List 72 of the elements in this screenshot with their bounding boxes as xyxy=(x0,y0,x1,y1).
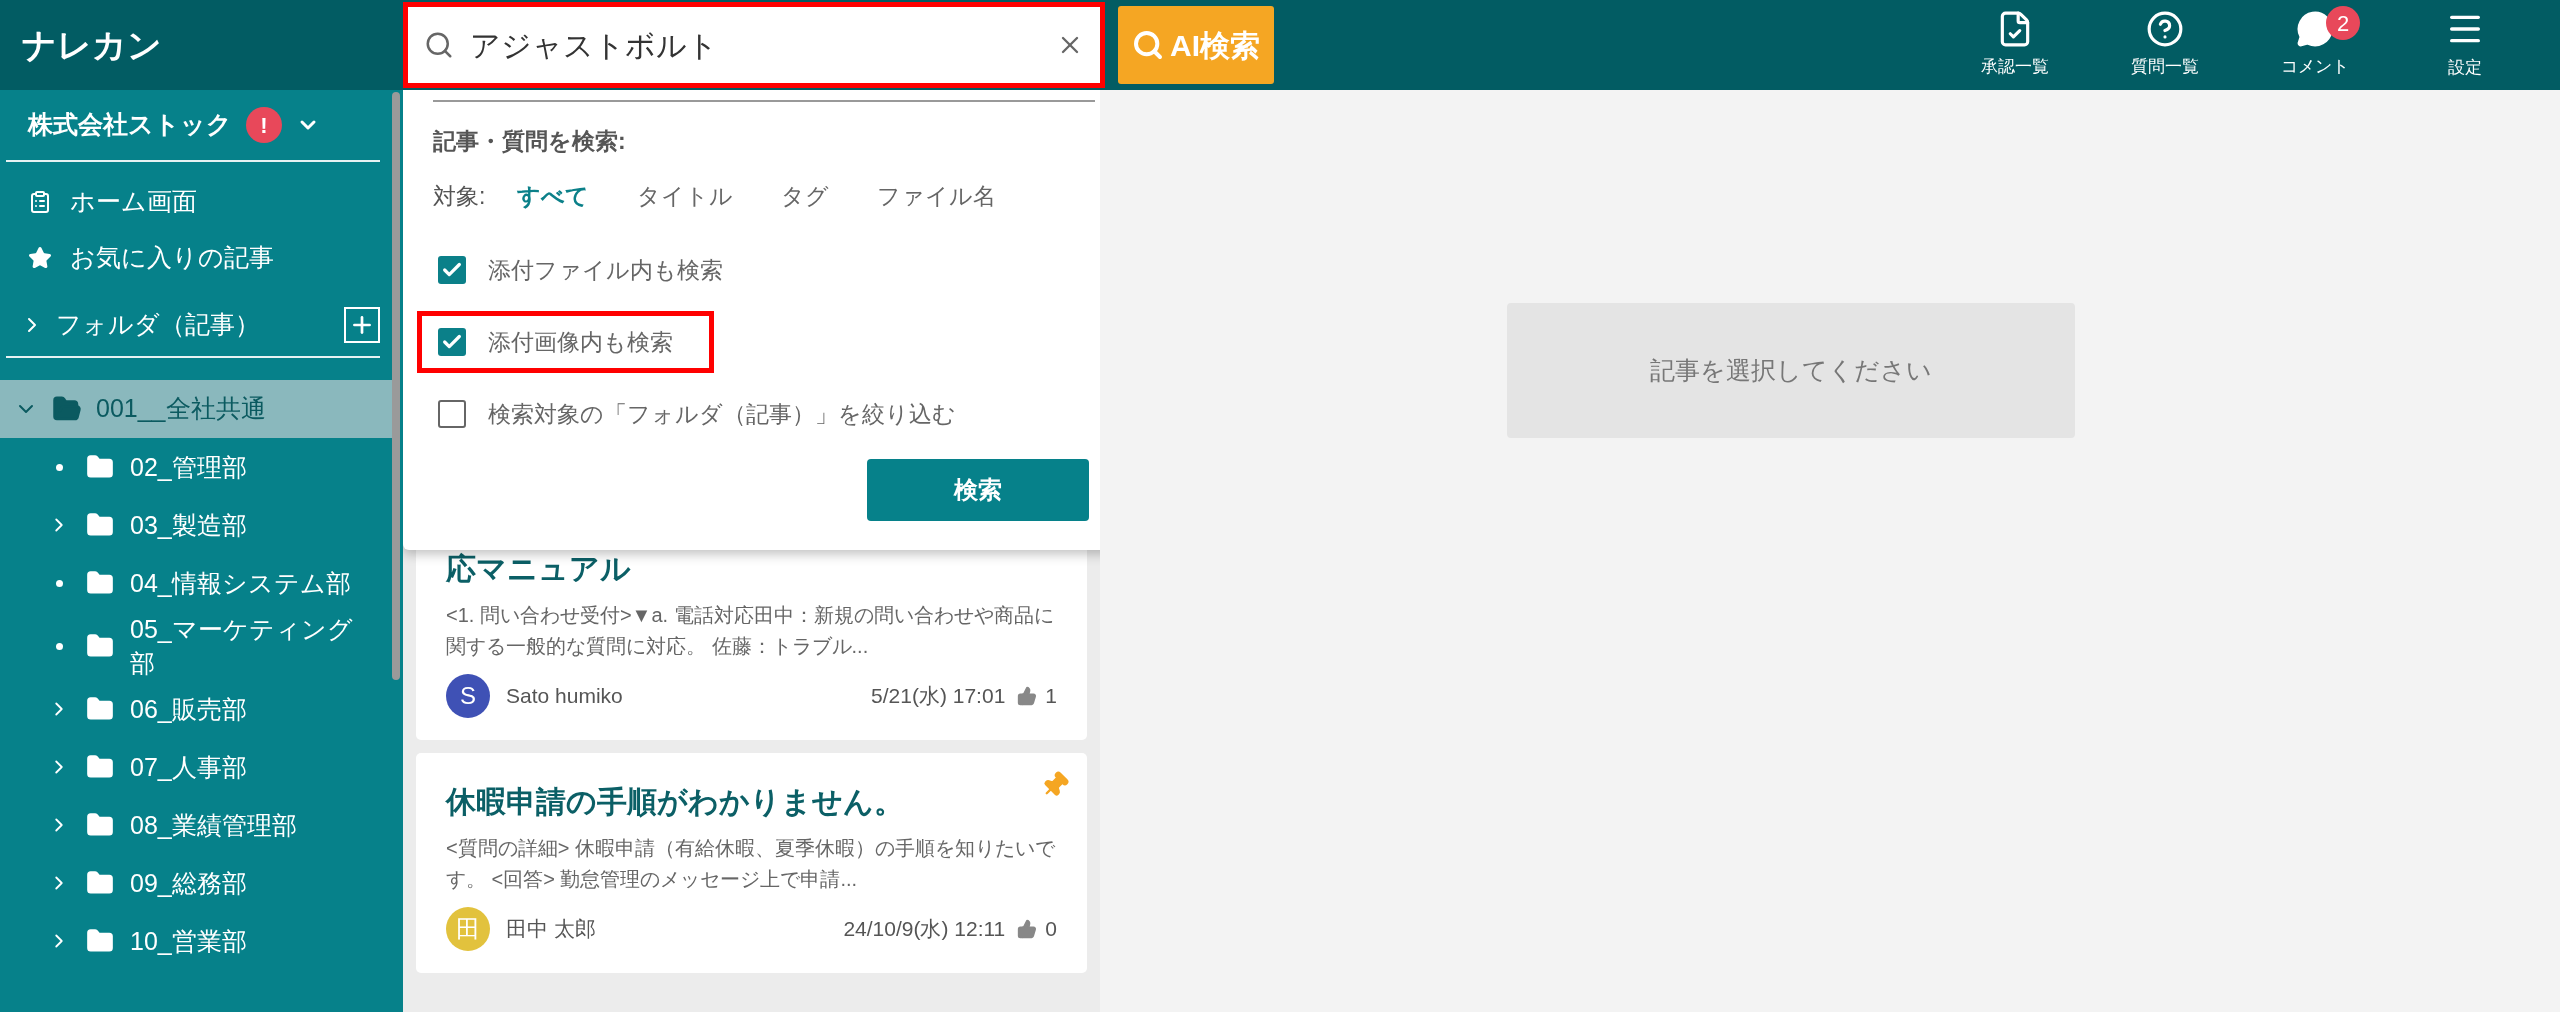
folder-icon xyxy=(86,511,114,539)
thumbs-up-icon[interactable] xyxy=(1017,686,1038,706)
folder-section-label[interactable]: フォルダ（記事） xyxy=(56,306,344,344)
tree-item[interactable]: 05_マーケティング部 xyxy=(0,612,385,680)
search-bar[interactable]: アジャストボルト xyxy=(403,2,1105,88)
scope-tab[interactable]: すべて xyxy=(517,178,590,213)
scope-tab[interactable]: ファイル名 xyxy=(877,178,997,213)
panel-heading: 記事・質問を検索: xyxy=(433,127,627,156)
like-count: 1 xyxy=(1045,683,1057,710)
star-icon xyxy=(28,246,52,270)
nav-button[interactable]: 質問一覧 xyxy=(2090,2,2240,88)
tree-item[interactable]: 06_販売部 xyxy=(0,680,385,738)
tree-item[interactable]: 08_業績管理部 xyxy=(0,796,385,854)
scrollbar[interactable] xyxy=(392,92,400,680)
tree-item[interactable]: 03_製造部 xyxy=(0,496,385,554)
folder-icon xyxy=(86,927,114,955)
article-excerpt: <質問の詳細> 休暇申請（有給休暇、夏季休暇）の手順を知りたいです。 <回答> 勤怠管理のメッセージ上で申請... xyxy=(446,836,1056,892)
author-name: Sato humiko xyxy=(506,683,624,710)
search-input[interactable]: アジャストボルト xyxy=(470,22,1040,68)
folder-icon xyxy=(86,695,114,723)
article-card[interactable]: 休暇申請の手順がわかりません。 <質問の詳細> 休暇申請（有給休暇、夏季休暇）の手順を知りたいです。 <回答> 勤怠管理のメッセージ上で申請... 田 田中 太郎 24/10/9(水) 12:11 0 xyxy=(416,753,1087,973)
article-date: 5/21(水) 17:01 xyxy=(871,683,1006,710)
bullet-icon xyxy=(55,642,63,650)
clipboard-icon xyxy=(28,190,52,214)
speech-bubble-icon xyxy=(2296,10,2334,49)
checkbox[interactable] xyxy=(438,400,466,428)
tree-item[interactable]: 10_営業部 xyxy=(0,912,385,970)
folder-icon xyxy=(86,811,114,839)
search-icon xyxy=(424,30,454,60)
folder-icon xyxy=(86,632,114,660)
tree-item[interactable]: 04_情報システム部 xyxy=(0,554,385,612)
tree-item[interactable]: 07_人事部 xyxy=(0,738,385,796)
help-icon xyxy=(2146,10,2184,49)
scope-tab[interactable]: タグ xyxy=(781,178,830,213)
like-count: 0 xyxy=(1045,916,1057,943)
thumbs-up-icon[interactable] xyxy=(1017,919,1038,939)
checkbox-option[interactable]: 添付画像内も検索 xyxy=(417,311,714,373)
article-date: 24/10/9(水) 12:11 xyxy=(843,916,1006,943)
article-excerpt: <1. 問い合わせ受付>▼a. 電話対応田中：新規の問い合わせや商品に関する一般的な質問に対応。 佐藤：トラブル... xyxy=(446,603,1055,659)
nav-button[interactable]: コメント 2 xyxy=(2240,2,2390,88)
article-title: 応マニュアル xyxy=(446,551,632,587)
alert-badge: ! xyxy=(246,107,282,143)
sidebar-link[interactable]: ホーム画面 xyxy=(0,174,403,230)
company-name[interactable]: 株式会社ストック xyxy=(28,106,232,144)
checkbox[interactable] xyxy=(438,256,466,284)
tree-item[interactable]: 001__全社共通 xyxy=(0,380,395,438)
sidebar-link[interactable]: お気に入りの記事 xyxy=(0,230,403,286)
bullet-icon xyxy=(55,463,63,471)
search-icon xyxy=(1132,29,1164,61)
article-title: 休暇申請の手順がわかりません。 xyxy=(446,784,905,820)
checkbox-option[interactable]: 添付ファイル内も検索 xyxy=(417,239,764,301)
empty-state-message: 記事を選択してください xyxy=(1507,303,2075,438)
add-folder-button[interactable] xyxy=(344,307,380,343)
app-logo: ナレカン xyxy=(22,25,162,64)
nav-button[interactable]: 承認一覧 xyxy=(1940,2,2090,88)
avatar: S xyxy=(446,674,490,718)
search-button[interactable]: 検索 xyxy=(867,459,1089,521)
tree-item[interactable]: 02_管理部 xyxy=(0,438,385,496)
tree-item[interactable]: 09_総務部 xyxy=(0,854,385,912)
author-name: 田中 太郎 xyxy=(506,916,597,943)
scope-label: 対象: xyxy=(433,181,486,211)
bullet-icon xyxy=(55,579,63,587)
folder-icon xyxy=(86,869,114,897)
folder-icon xyxy=(86,569,114,597)
checkbox-option[interactable]: 検索対象の「フォルダ（記事）」を絞り込む xyxy=(417,383,997,445)
folder-icon xyxy=(86,453,114,481)
avatar: 田 xyxy=(446,907,490,951)
folder-icon xyxy=(86,753,114,781)
scope-tab[interactable]: タイトル xyxy=(637,178,734,213)
nav-button[interactable]: 設定 xyxy=(2390,2,2540,88)
notification-badge: 2 xyxy=(2326,6,2360,40)
checkbox[interactable] xyxy=(438,328,466,356)
